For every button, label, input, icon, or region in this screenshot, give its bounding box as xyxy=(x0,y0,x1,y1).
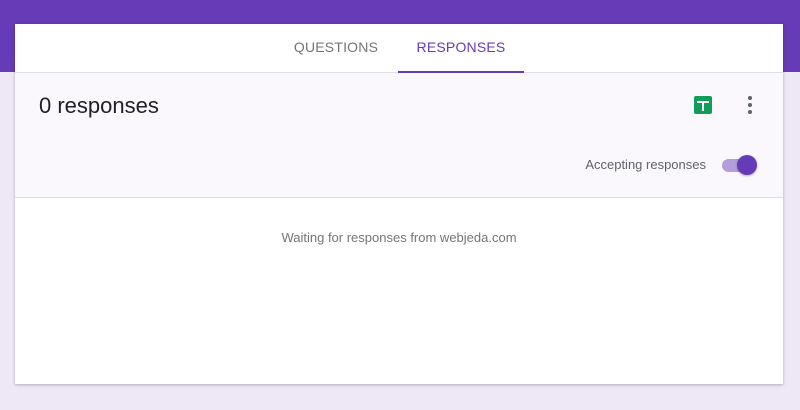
tab-responses[interactable]: RESPONSES xyxy=(398,24,524,73)
accepting-responses-toggle[interactable] xyxy=(720,153,760,177)
google-sheets-icon[interactable] xyxy=(694,96,712,114)
responses-summary: 0 responses Accepting responses xyxy=(15,73,783,198)
response-count: 0 responses xyxy=(39,93,159,118)
waiting-message: Waiting for responses from webjeda.com xyxy=(281,230,517,245)
toggle-thumb xyxy=(737,155,757,175)
more-vert-glyph xyxy=(748,96,752,114)
sheets-glyph xyxy=(694,96,712,114)
responses-card: QUESTIONS RESPONSES 0 responses Acceptin… xyxy=(15,24,783,384)
tab-responses-label: RESPONSES xyxy=(416,39,506,55)
more-vert-icon[interactable] xyxy=(741,93,759,117)
tab-bar: QUESTIONS RESPONSES xyxy=(15,24,783,73)
tab-questions[interactable]: QUESTIONS xyxy=(285,24,387,72)
accepting-responses-label: Accepting responses xyxy=(585,157,706,172)
